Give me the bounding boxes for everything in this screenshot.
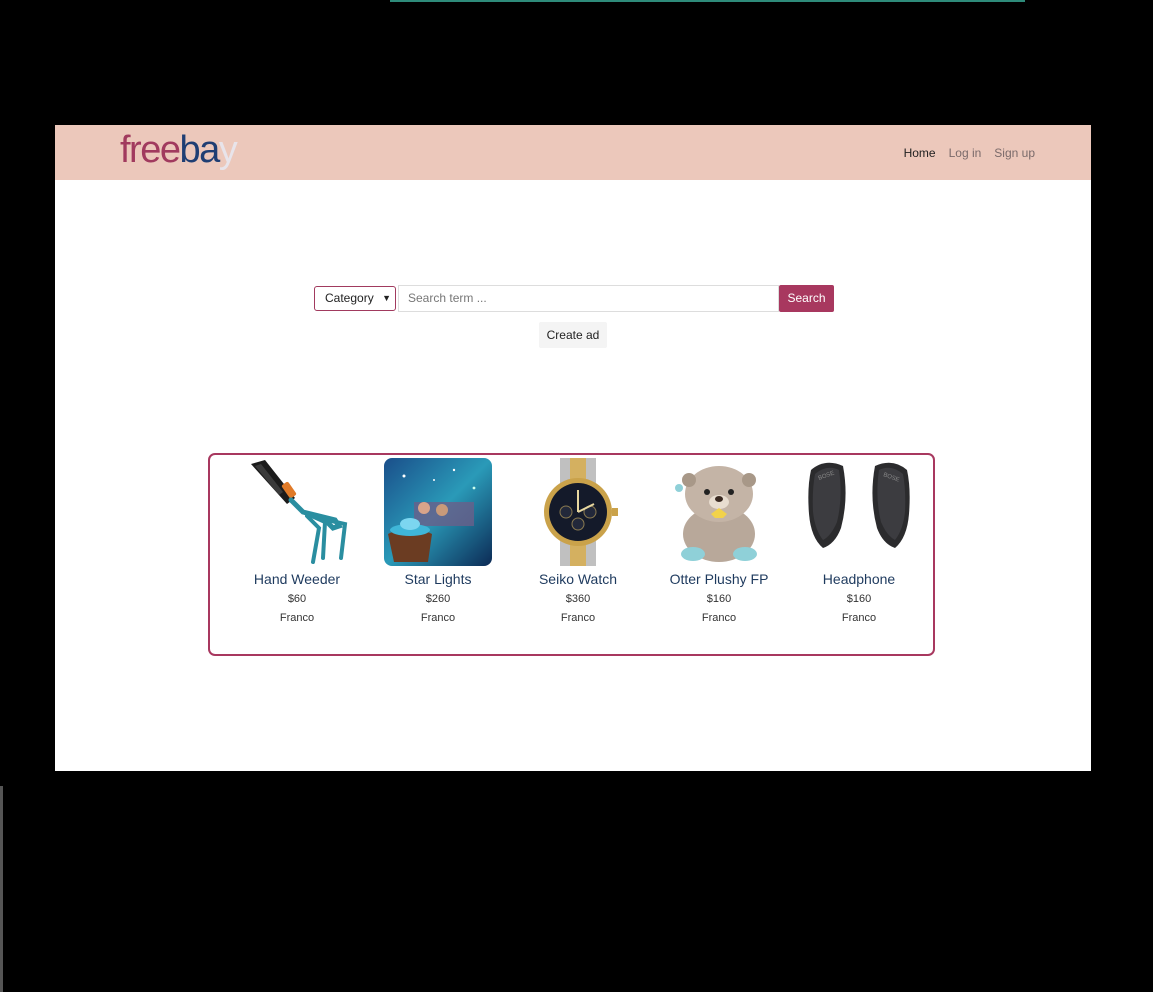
navbar: freebay Home Log in Sign up — [55, 125, 1091, 180]
star-lights-image — [384, 458, 492, 566]
listing-card[interactable]: Star Lights $260 Franco — [368, 458, 508, 625]
listing-price: $260 — [425, 593, 451, 605]
left-edge-line — [0, 786, 3, 992]
freebay-logo[interactable]: freebay — [120, 128, 270, 174]
listing-seller: Franco — [420, 612, 456, 624]
page: freebay Home Log in Sign up Category ▼ S… — [55, 125, 1091, 771]
listing-price: $160 — [706, 593, 732, 605]
search-placeholder: Search term ... — [408, 291, 487, 305]
otter-plushy-image — [665, 458, 773, 566]
listing-card[interactable]: Otter Plushy FP $160 Franco — [649, 458, 789, 625]
nav-signup-link[interactable]: Sign up — [994, 146, 1035, 160]
listing-seller: Franco — [701, 612, 737, 624]
hand-weeder-image — [243, 458, 351, 566]
nav-home-link[interactable]: Home — [904, 146, 936, 160]
top-edge-line — [390, 0, 1025, 2]
listing-seller: Franco — [279, 612, 315, 624]
listing-title: Star Lights — [404, 571, 472, 587]
listings-panel: Hand Weeder $60 Franco Star Lights $260 … — [208, 453, 935, 656]
svg-text:freebay: freebay — [120, 129, 238, 171]
listing-price: $160 — [846, 593, 872, 605]
listing-card[interactable]: Hand Weeder $60 Franco — [227, 458, 367, 625]
listing-title: Hand Weeder — [253, 571, 341, 587]
listing-card[interactable]: BOSE BOSE Headphone $160 Franco — [789, 458, 929, 625]
search-input[interactable]: Search term ... — [398, 284, 779, 312]
search-bar: Category ▼ Search term ... Search — [314, 284, 834, 312]
search-button[interactable]: Search — [779, 284, 834, 312]
listing-seller: Franco — [841, 612, 877, 624]
watch-image — [524, 458, 632, 566]
nav-login-link[interactable]: Log in — [949, 146, 982, 160]
category-select-label: Category — [325, 291, 374, 305]
chevron-down-icon: ▼ — [382, 293, 391, 303]
listing-title: Headphone — [822, 571, 896, 587]
listing-price: $60 — [287, 593, 307, 605]
headphone-image: BOSE BOSE — [805, 458, 913, 566]
listing-card[interactable]: Seiko Watch $360 Franco — [508, 458, 648, 625]
category-select[interactable]: Category ▼ — [314, 285, 396, 311]
create-ad-button[interactable]: Create ad — [539, 322, 607, 348]
listing-title: Otter Plushy FP — [669, 571, 769, 587]
nav-links: Home Log in Sign up — [904, 146, 1035, 160]
listing-seller: Franco — [560, 612, 596, 624]
listing-price: $360 — [565, 593, 591, 605]
listing-title: Seiko Watch — [538, 571, 618, 587]
